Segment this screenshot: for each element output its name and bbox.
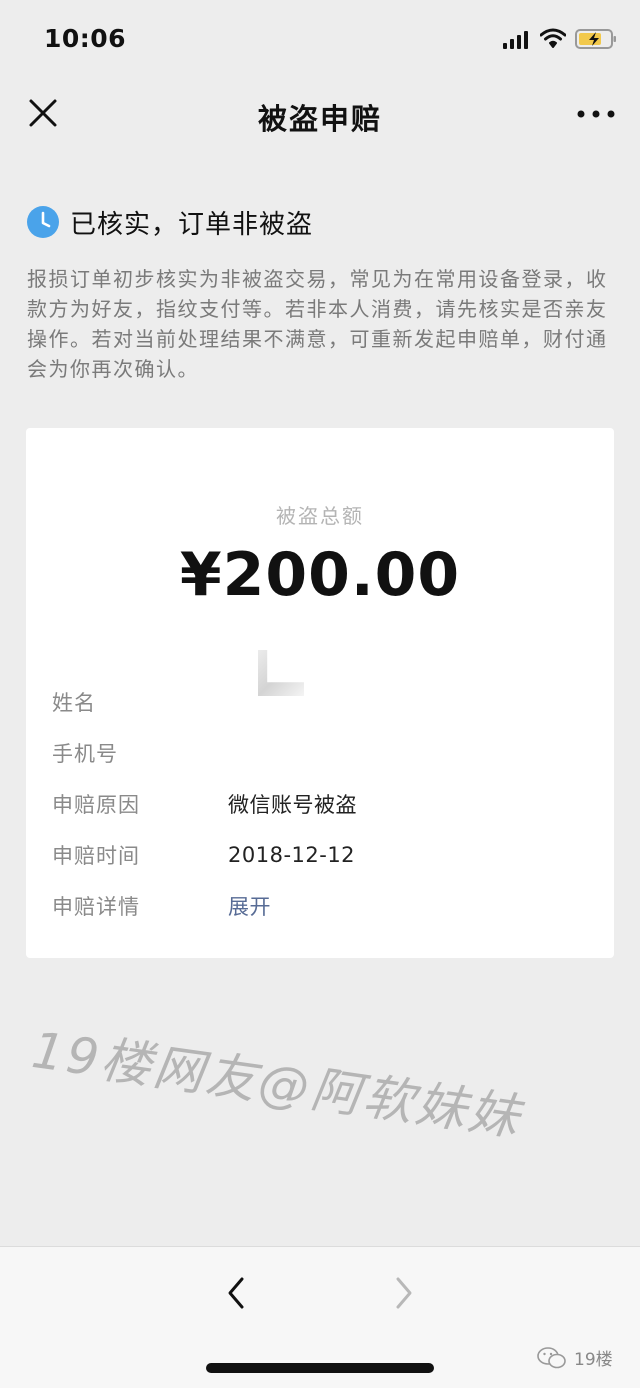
info-row-name: 姓名 [52,684,228,720]
wechat-logo-icon [537,1346,566,1368]
info-value: 2018-12-12 [228,843,356,867]
forward-arrow-icon[interactable] [390,1275,418,1311]
expand-details-link[interactable]: 展开 [228,891,271,921]
cellular-signal-icon [503,31,528,49]
claim-card: 被盗总额 ¥200.00 姓名 手机号 申赔原因 微信账号被盗 申赔时间 201… [26,428,614,958]
blurred-redaction [258,650,304,696]
clock-icon [27,206,59,238]
info-label: 申赔时间 [52,844,140,868]
info-label: 申赔原因 [52,793,140,817]
source-logo: 19楼 [536,1345,613,1370]
watermark: 19楼网友@阿软妹妹 [28,1020,526,1148]
amount-value: ¥200.00 [179,540,461,610]
info-row-reason: 申赔原因 微信账号被盗 [52,786,357,822]
status-heading: 已核实，订单非被盗 [70,209,314,240]
bottom-toolbar: 19楼 [0,1246,640,1388]
back-arrow-icon[interactable] [222,1275,250,1311]
info-value: 微信账号被盗 [228,793,357,817]
verification-status: 已核实，订单非被盗 [26,202,313,242]
wifi-icon [540,28,566,48]
screen: 10:06 被盗申赔 已核实，订单非被盗 报损订单初步核实为非被盗交易，常见为在… [0,0,640,1388]
status-description: 报损订单初步核实为非被盗交易，常见为在常用设备登录，收款方为好友，指纹支付等。若… [27,267,608,381]
info-row-time: 申赔时间 2018-12-12 [52,837,355,873]
info-label: 申赔详情 [52,895,140,919]
more-options-icon[interactable] [574,104,618,124]
amount-label: 被盗总额 [276,504,364,528]
info-label: 手机号 [52,742,118,766]
nav-bar: 被盗申赔 [0,78,640,152]
home-indicator[interactable] [206,1363,434,1373]
status-bar: 10:06 [0,0,640,78]
battery-charging-icon [575,29,616,49]
info-label: 姓名 [52,691,96,715]
info-row-phone: 手机号 [52,735,228,771]
info-row-details: 申赔详情 展开 [52,888,271,924]
source-logo-text: 19楼 [574,1350,613,1370]
status-time: 10:06 [44,24,127,53]
page-title: 被盗申赔 [257,102,382,136]
